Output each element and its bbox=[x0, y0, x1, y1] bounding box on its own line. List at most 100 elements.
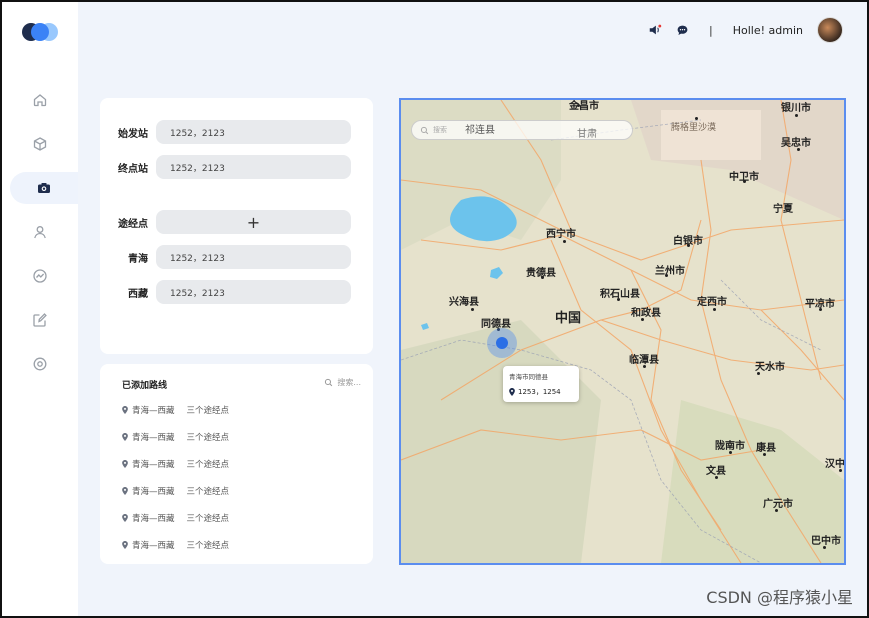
chat-icon[interactable] bbox=[676, 24, 689, 37]
map-label-wenxian: 文县 bbox=[706, 466, 726, 477]
city-dot bbox=[757, 372, 760, 375]
city-dot bbox=[819, 308, 822, 311]
waypoint-row: 途经点 + bbox=[100, 210, 373, 234]
location-pin-icon bbox=[122, 433, 128, 441]
watermark-text: CSDN @程序猿小星 bbox=[706, 588, 853, 607]
city-dot bbox=[641, 318, 644, 321]
xizang-row: 西藏 1252，2123 bbox=[100, 280, 373, 304]
map-label-xining: 西宁市 bbox=[546, 229, 576, 240]
city-dot bbox=[795, 114, 798, 117]
map-label-bazhong: 巴中市 bbox=[811, 536, 841, 547]
avatar[interactable] bbox=[817, 17, 843, 43]
city-dot bbox=[797, 148, 800, 151]
list-item[interactable]: 青海—西藏 三个途经点 bbox=[122, 512, 229, 524]
xizang-input[interactable]: 1252，2123 bbox=[156, 280, 351, 304]
route-waypoints: 三个途经点 bbox=[186, 460, 230, 470]
qinghai-label: 青海 bbox=[128, 253, 148, 265]
map-label-yinchuan: 银川市 bbox=[781, 103, 811, 114]
routes-list-title: 已添加路线 bbox=[122, 381, 168, 391]
start-station-input[interactable]: 1252，2123 bbox=[156, 120, 351, 144]
city-dot bbox=[695, 117, 698, 120]
route-name: 青海—西藏 bbox=[132, 406, 175, 416]
box-icon bbox=[33, 137, 47, 151]
nav-home[interactable] bbox=[2, 84, 78, 116]
route-waypoints: 三个途经点 bbox=[186, 487, 230, 497]
city-dot bbox=[715, 476, 718, 479]
popup-coords: 1253，1254 bbox=[518, 388, 561, 396]
greeting-text: Holle! admin bbox=[732, 23, 803, 37]
qinghai-row: 青海 1252，2123 bbox=[100, 245, 373, 269]
map-view[interactable]: 搜索 金昌市 银川市 祁连县 甘肃 腾格里沙漠 吴忠市 中卫市 宁夏 西宁市 白… bbox=[399, 98, 846, 565]
route-name: 青海—西藏 bbox=[132, 460, 175, 470]
nav-box[interactable] bbox=[2, 128, 78, 160]
popup-title: 青海市同德县 bbox=[509, 373, 548, 381]
route-name: 青海—西藏 bbox=[132, 487, 175, 497]
map-label-dingxi: 定西市 bbox=[697, 297, 727, 308]
list-item[interactable]: 青海—西藏 三个途经点 bbox=[122, 458, 229, 470]
search-icon bbox=[325, 378, 333, 387]
location-pin-icon bbox=[122, 487, 128, 495]
map-label-lanzhou: 兰州市 bbox=[655, 266, 685, 277]
city-dot bbox=[687, 244, 690, 247]
city-dot bbox=[643, 365, 646, 368]
city-dot bbox=[617, 298, 620, 301]
sidebar bbox=[2, 2, 78, 616]
route-waypoints: 三个途经点 bbox=[186, 541, 230, 551]
chart-icon bbox=[33, 269, 47, 283]
map-label-longnan: 陇南市 bbox=[715, 441, 745, 452]
map-search-input[interactable]: 搜索 bbox=[411, 120, 633, 140]
map-search-placeholder: 搜索 bbox=[433, 126, 447, 134]
list-item[interactable]: 青海—西藏 三个途经点 bbox=[122, 404, 229, 416]
map-label-guangyuan: 广元市 bbox=[763, 499, 793, 510]
location-pin-icon bbox=[122, 541, 128, 549]
route-waypoints: 三个途经点 bbox=[186, 406, 230, 416]
map-label-wuzhong: 吴忠市 bbox=[781, 138, 811, 149]
nav-edit[interactable] bbox=[2, 304, 78, 336]
list-item[interactable]: 青海—西藏 三个途经点 bbox=[122, 539, 229, 551]
nav-chart[interactable] bbox=[2, 260, 78, 292]
map-label-gansu: 甘肃 bbox=[577, 129, 597, 140]
topbar: | Holle! admin bbox=[648, 16, 843, 44]
nav-user[interactable] bbox=[2, 216, 78, 248]
logo bbox=[22, 23, 62, 43]
city-dot bbox=[823, 546, 826, 549]
location-pin-icon bbox=[122, 514, 128, 522]
end-station-label: 终点站 bbox=[118, 163, 148, 175]
home-icon bbox=[33, 94, 47, 107]
list-item[interactable]: 青海—西藏 三个途经点 bbox=[122, 485, 229, 497]
list-item[interactable]: 青海—西藏 三个途经点 bbox=[122, 431, 229, 443]
map-label-jinchang: 金昌市 bbox=[569, 101, 599, 112]
routes-search[interactable]: 搜索... bbox=[324, 377, 361, 388]
location-marker[interactable] bbox=[496, 337, 508, 349]
start-station-row: 始发站 1252，2123 bbox=[100, 120, 373, 144]
route-name: 青海—西藏 bbox=[132, 433, 175, 443]
map-label-china: 中国 bbox=[555, 311, 582, 326]
routes-search-placeholder: 搜索... bbox=[337, 378, 361, 387]
city-dot bbox=[775, 509, 778, 512]
map-label-qilian: 祁连县 bbox=[465, 125, 495, 136]
location-popup: 青海市同德县 1253，1254 bbox=[503, 366, 579, 402]
map-terrain bbox=[401, 100, 844, 563]
route-waypoints: 三个途经点 bbox=[186, 514, 230, 524]
qinghai-input[interactable]: 1252，2123 bbox=[156, 245, 351, 269]
start-station-label: 始发站 bbox=[118, 128, 148, 140]
location-pin-icon bbox=[122, 460, 128, 468]
route-waypoints: 三个途经点 bbox=[186, 433, 230, 443]
map-label-ningxia: 宁夏 bbox=[773, 204, 793, 215]
location-pin-icon bbox=[122, 406, 128, 414]
city-dot bbox=[713, 308, 716, 311]
map-label-lintan: 临潭县 bbox=[629, 355, 659, 366]
add-waypoint-button[interactable]: + bbox=[156, 210, 351, 234]
speaker-icon[interactable] bbox=[648, 23, 662, 37]
waypoint-label: 途经点 bbox=[118, 218, 148, 230]
map-label-tengger: 腾格里沙漠 bbox=[671, 123, 717, 133]
location-pin-icon bbox=[509, 388, 515, 396]
end-station-input[interactable]: 1252，2123 bbox=[156, 155, 351, 179]
city-dot bbox=[471, 308, 474, 311]
city-dot bbox=[665, 274, 668, 277]
map-label-hezheng: 和政县 bbox=[631, 308, 661, 319]
xizang-label: 西藏 bbox=[128, 288, 148, 300]
route-name: 青海—西藏 bbox=[132, 514, 175, 524]
nav-settings[interactable] bbox=[2, 348, 78, 380]
nav-camera[interactable] bbox=[10, 172, 78, 204]
